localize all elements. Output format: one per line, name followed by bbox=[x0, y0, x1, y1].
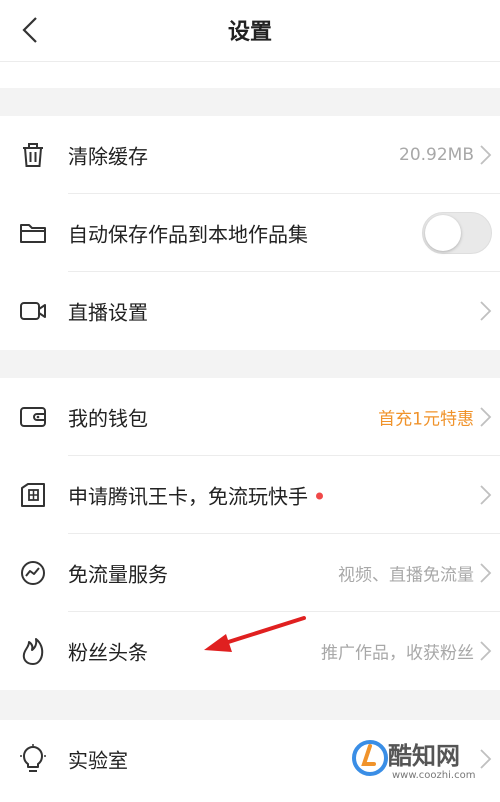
video-camera-icon bbox=[18, 296, 48, 326]
clear-cache-label: 清除缓存 bbox=[68, 144, 148, 169]
chevron-right-icon bbox=[480, 485, 492, 505]
trash-icon bbox=[18, 140, 48, 170]
auto-save-row: 自动保存作品到本地作品集 bbox=[0, 194, 500, 272]
chevron-right-icon bbox=[480, 563, 492, 583]
chevron-right-icon bbox=[480, 641, 492, 661]
section-gap bbox=[0, 88, 500, 116]
wallet-row[interactable]: 我的钱包 首充1元特惠 bbox=[0, 378, 500, 456]
free-data-value: 视频、直播免流量 bbox=[338, 565, 474, 586]
wallet-label: 我的钱包 bbox=[68, 406, 148, 431]
red-dot-badge bbox=[316, 492, 323, 500]
wallet-promo-value: 首充1元特惠 bbox=[378, 409, 474, 430]
annotation-arrow-icon bbox=[204, 616, 306, 652]
live-settings-row[interactable]: 直播设置 bbox=[0, 272, 500, 350]
lab-label: 实验室 bbox=[68, 748, 128, 773]
section-gap bbox=[0, 690, 500, 720]
wangka-row[interactable]: 申请腾讯王卡，免流玩快手 bbox=[0, 456, 500, 534]
cache-size-value: 20.92MB bbox=[399, 145, 474, 165]
card-icon bbox=[18, 480, 48, 510]
page-title: 设置 bbox=[227, 20, 272, 45]
lightbulb-icon bbox=[18, 744, 48, 774]
flame-icon bbox=[18, 636, 48, 666]
nav-header: 设置 bbox=[0, 0, 500, 62]
free-data-row[interactable]: 免流量服务 视频、直播免流量 bbox=[0, 534, 500, 612]
live-settings-label: 直播设置 bbox=[68, 300, 148, 325]
fan-headline-value: 推广作品，收获粉丝 bbox=[321, 643, 474, 664]
auto-save-toggle[interactable] bbox=[422, 212, 492, 254]
toggle-knob bbox=[425, 215, 461, 251]
wangka-label: 申请腾讯王卡，免流玩快手 bbox=[68, 481, 323, 510]
chevron-right-icon bbox=[480, 145, 492, 165]
section-gap bbox=[0, 350, 500, 378]
watermark-url: www.coozhi.com bbox=[392, 770, 476, 781]
fan-headline-label: 粉丝头条 bbox=[68, 640, 148, 665]
folder-icon bbox=[18, 218, 48, 248]
wallet-icon bbox=[18, 402, 48, 432]
free-data-label: 免流量服务 bbox=[68, 562, 168, 587]
chart-circle-icon bbox=[18, 558, 48, 588]
watermark-name: 酷知网 bbox=[388, 742, 460, 770]
chevron-right-icon bbox=[480, 407, 492, 427]
chevron-right-icon bbox=[480, 301, 492, 321]
auto-save-label: 自动保存作品到本地作品集 bbox=[68, 222, 308, 247]
clear-cache-row[interactable]: 清除缓存 20.92MB bbox=[0, 116, 500, 194]
